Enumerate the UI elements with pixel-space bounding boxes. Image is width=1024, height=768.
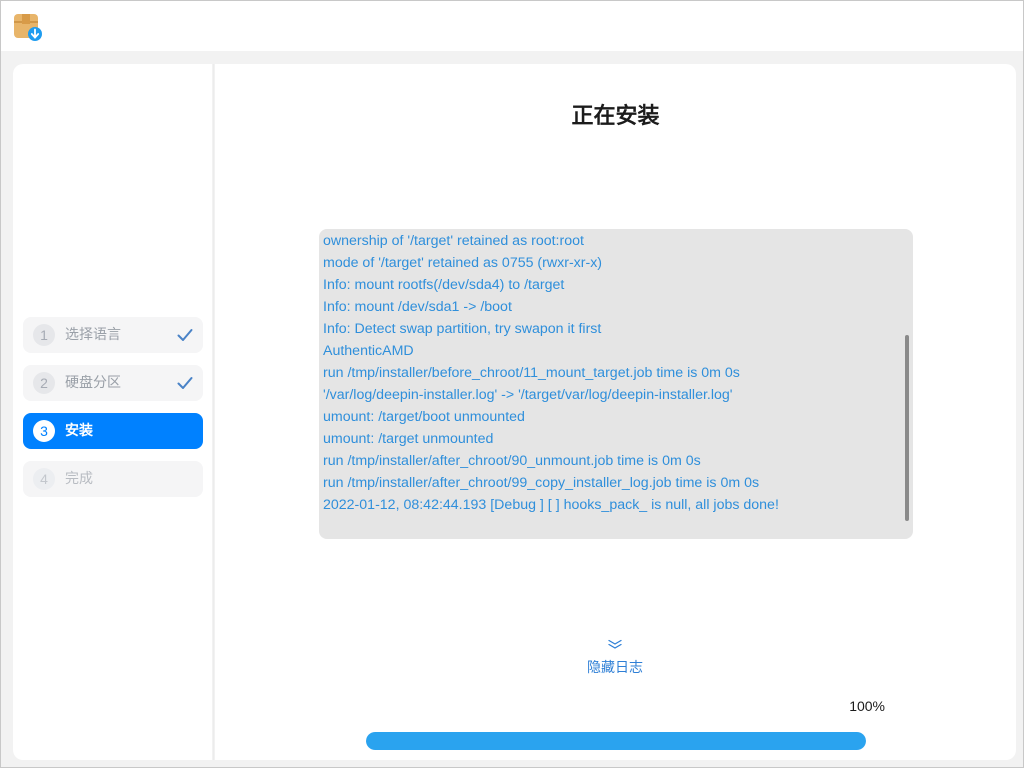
log-line: run /tmp/installer/after_chroot/90_unmou…: [323, 453, 701, 469]
progress-percent: 100%: [849, 698, 885, 714]
log-lines: ownership of '/target' retained as root:…: [323, 230, 899, 516]
step-label: 完成: [65, 471, 93, 487]
sidebar-divider: [213, 64, 214, 760]
log-line: ownership of '/target' retained as root:…: [323, 233, 584, 249]
step-label: 选择语言: [65, 327, 121, 343]
log-line: Info: mount /dev/sda1 -> /boot: [323, 299, 512, 315]
log-line: umount: /target/boot unmounted: [323, 409, 525, 425]
log-line: 2022-01-12, 08:42:44.193 [Debug ] [ ] ho…: [323, 497, 779, 513]
hide-log-label: 隐藏日志: [587, 660, 643, 676]
step-install[interactable]: 3 安装: [23, 413, 203, 449]
install-progress-bar: [366, 732, 866, 750]
step-number: 1: [33, 324, 55, 346]
step-label: 硬盘分区: [65, 375, 121, 391]
log-scrollbar[interactable]: [905, 335, 909, 521]
page-title: 正在安装: [571, 104, 660, 129]
log-line: Info: mount rootfs(/dev/sda4) to /target: [323, 277, 565, 293]
step-number: 4: [33, 468, 55, 490]
install-log[interactable]: ownership of '/target' retained as root:…: [319, 229, 913, 539]
hide-log-button[interactable]: 隐藏日志: [565, 639, 665, 689]
log-line: Info: Detect swap partition, try swapon …: [323, 321, 602, 337]
steps-sidebar: 1 选择语言 2 硬盘分区 3 安装 4 完成: [13, 64, 212, 760]
log-line: umount: /target unmounted: [323, 431, 494, 447]
log-line: run /tmp/installer/before_chroot/11_moun…: [323, 365, 740, 381]
progress-fill: [366, 732, 866, 750]
step-number: 3: [33, 420, 55, 442]
install-panel: 正在安装 ownership of '/target' retained as …: [215, 64, 1016, 760]
checkmark-icon: [177, 377, 193, 389]
log-line: run /tmp/installer/after_chroot/99_copy_…: [323, 475, 760, 491]
log-line: mode of '/target' retained as 0755 (rwxr…: [323, 255, 603, 271]
installer-window: 1 选择语言 2 硬盘分区 3 安装 4 完成 正在安装 ownership o…: [0, 0, 1024, 768]
log-line: AuthenticAMD: [323, 343, 414, 359]
checkmark-icon: [177, 329, 193, 341]
step-disk-partition[interactable]: 2 硬盘分区: [23, 365, 203, 401]
log-line: '/var/log/deepin-installer.log' -> '/tar…: [323, 387, 733, 403]
step-number: 2: [33, 372, 55, 394]
step-finish[interactable]: 4 完成: [23, 461, 203, 497]
double-chevron-down-icon: [608, 639, 622, 649]
installer-package-icon: [14, 14, 42, 41]
title-bar: [1, 1, 1023, 51]
step-label: 安装: [65, 423, 93, 439]
step-select-language[interactable]: 1 选择语言: [23, 317, 203, 353]
